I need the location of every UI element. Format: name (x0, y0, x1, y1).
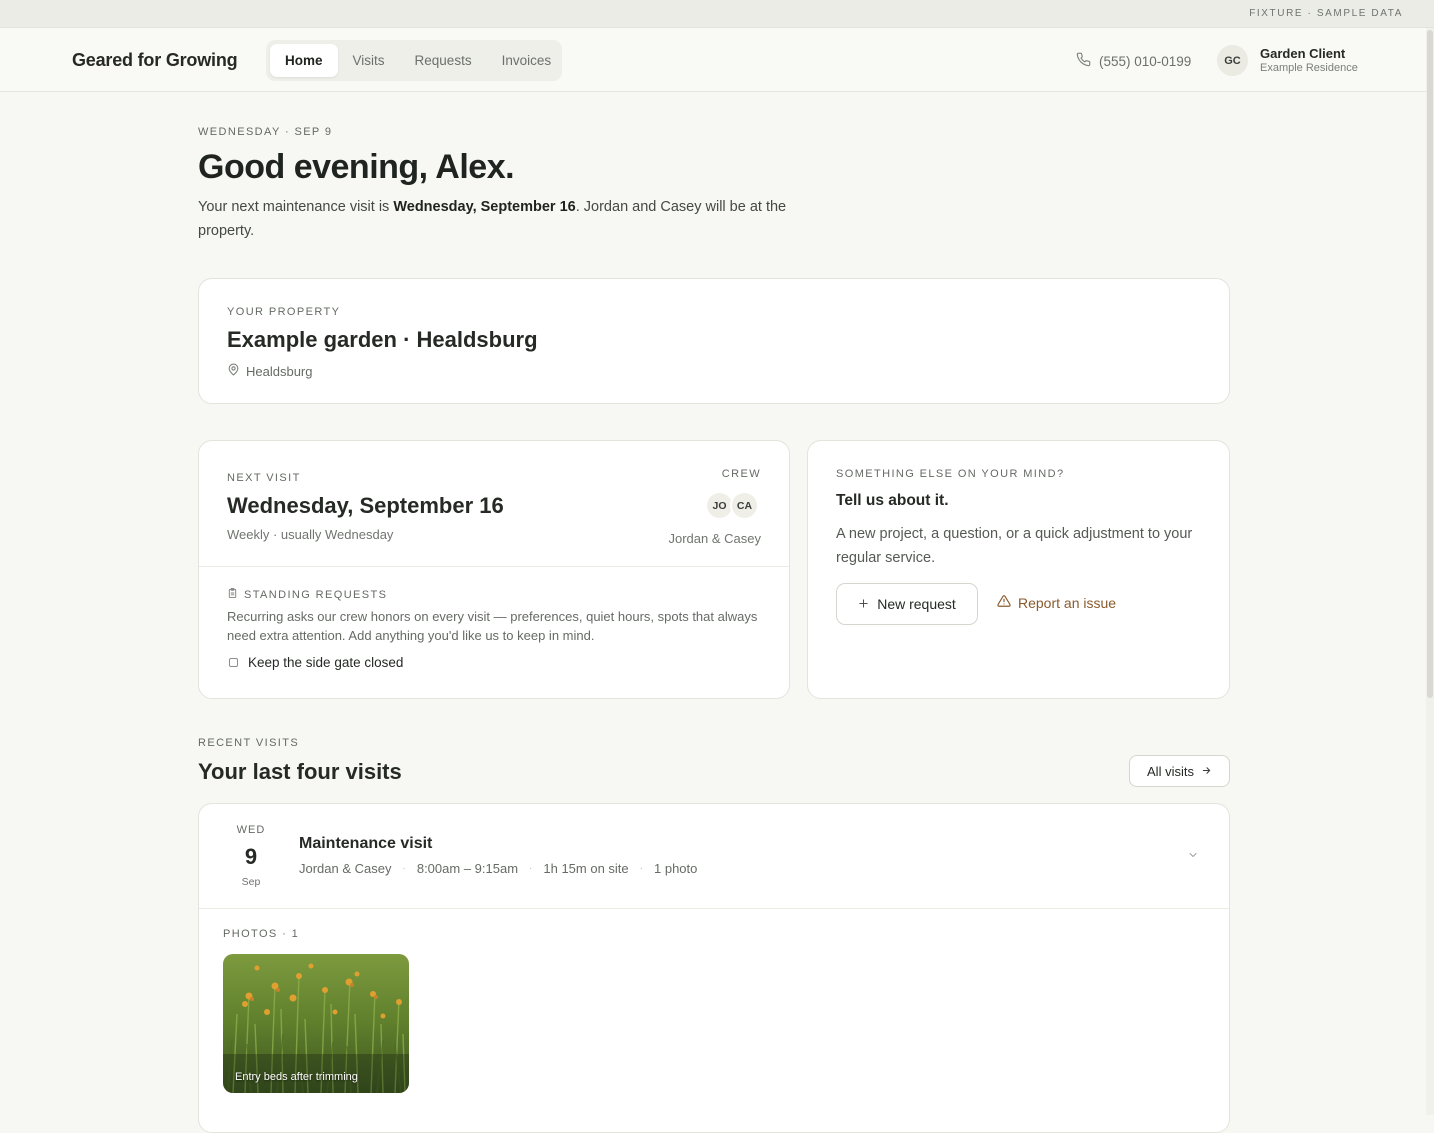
visit-meta: Jordan & Casey · 8:00am – 9:15am · 1h 15… (299, 861, 697, 876)
tab-requests[interactable]: Requests (400, 44, 487, 77)
plus-icon (858, 596, 869, 612)
tab-invoices[interactable]: Invoices (487, 44, 567, 77)
clipboard-icon (227, 587, 238, 602)
brand-logo[interactable]: Geared for Growing (72, 50, 238, 71)
request-card-label: SOMETHING ELSE ON YOUR MIND? (836, 468, 1065, 480)
divider (199, 908, 1229, 909)
request-card: SOMETHING ELSE ON YOUR MIND? Tell us abo… (807, 440, 1230, 699)
request-card-title: Tell us about it. (836, 492, 949, 509)
property-card: YOUR PROPERTY Example garden · Healdsbur… (198, 278, 1230, 404)
crew-avatar-casey: CA (730, 491, 759, 520)
standing-request-item[interactable]: Keep the side gate closed (227, 655, 403, 670)
request-card-text: A new project, a question, or a quick ad… (836, 526, 1193, 566)
warning-icon (997, 594, 1011, 611)
user-name[interactable]: Garden Client (1260, 46, 1345, 61)
next-visit-card: NEXT VISIT Wednesday, September 16 Weekl… (198, 440, 790, 699)
greeting-text-before: Your next maintenance visit is (198, 199, 394, 215)
visit-title[interactable]: Maintenance visit (299, 835, 432, 853)
property-location-text: Healdsburg (246, 363, 313, 379)
tab-home[interactable]: Home (270, 44, 338, 77)
tab-visits[interactable]: Visits (338, 44, 400, 77)
visit-crew: Jordan & Casey (299, 861, 392, 876)
user-subtitle: Example Residence (1260, 62, 1358, 74)
standing-requests-text: Recurring asks our crew honors on every … (227, 609, 758, 643)
greeting-text-bold: Wednesday, September 16 (393, 199, 576, 215)
all-visits-label: All visits (1147, 763, 1194, 779)
visit-month: Sep (241, 876, 261, 888)
report-issue-label: Report an issue (1018, 594, 1117, 611)
phone-number: (555) 010-0199 (1099, 53, 1192, 69)
next-visit-date: Wednesday, September 16 (227, 493, 504, 518)
visit-duration: 1h 15m on site (543, 861, 629, 876)
greeting-text: Your next maintenance visit is Wednesday… (198, 195, 788, 243)
phone-icon (1076, 52, 1091, 70)
checkbox[interactable] (229, 658, 238, 667)
divider (199, 566, 789, 567)
photos-label: PHOTOS · 1 (223, 928, 300, 940)
avatar[interactable]: GC (1217, 45, 1248, 76)
property-name: Example garden · Healdsburg (227, 327, 538, 352)
standing-requests-label-text: STANDING REQUESTS (244, 588, 388, 601)
top-header: Geared for Growing Home Visits Requests … (0, 28, 1434, 92)
separator-dot: · (529, 863, 533, 874)
property-location: Healdsburg (227, 363, 313, 379)
page-title: Good evening, Alex. (198, 148, 515, 186)
separator-dot: · (639, 863, 643, 874)
new-request-button[interactable]: New request (836, 583, 978, 625)
scrollbar-thumb[interactable] (1427, 30, 1433, 698)
next-visit-frequency: Weekly · usually Wednesday (227, 527, 394, 542)
visit-card: WED 9 Sep Maintenance visit Jordan & Cas… (198, 803, 1230, 1133)
chevron-down-icon[interactable] (1187, 848, 1199, 866)
photo-caption: Entry beds after trimming (235, 1071, 358, 1083)
recent-visits-label: RECENT VISITS (198, 737, 300, 749)
crew-avatars: JO CA (705, 491, 759, 520)
fixture-banner: FIXTURE · SAMPLE DATA (0, 0, 1434, 28)
standing-request-text: Keep the side gate closed (248, 655, 404, 670)
recent-visits-title: Your last four visits (198, 759, 402, 784)
crew-names: Jordan & Casey (668, 531, 762, 546)
phone-link[interactable]: (555) 010-0199 (1076, 52, 1191, 70)
visit-time: 8:00am – 9:15am (416, 861, 519, 876)
visit-day: 9 (244, 844, 258, 869)
visit-photo-count: 1 photo (654, 861, 698, 876)
main-nav: Home Visits Requests Invoices (266, 40, 562, 81)
greeting-date: WEDNESDAY · SEP 9 (198, 126, 333, 138)
arrow-right-icon (1201, 764, 1212, 779)
map-pin-icon (227, 363, 240, 379)
report-issue-button[interactable]: Report an issue (997, 594, 1116, 611)
fixture-banner-text: FIXTURE · SAMPLE DATA (1249, 8, 1403, 19)
crew-label: CREW (721, 468, 761, 480)
property-label: YOUR PROPERTY (227, 306, 341, 318)
visit-weekday: WED (236, 824, 266, 836)
separator-dot: · (402, 863, 406, 874)
all-visits-button[interactable]: All visits (1129, 755, 1230, 787)
visit-photo[interactable]: Entry beds after trimming (223, 954, 409, 1093)
standing-requests-label: STANDING REQUESTS (227, 587, 387, 602)
new-request-label: New request (877, 596, 956, 612)
next-visit-label: NEXT VISIT (227, 472, 301, 484)
